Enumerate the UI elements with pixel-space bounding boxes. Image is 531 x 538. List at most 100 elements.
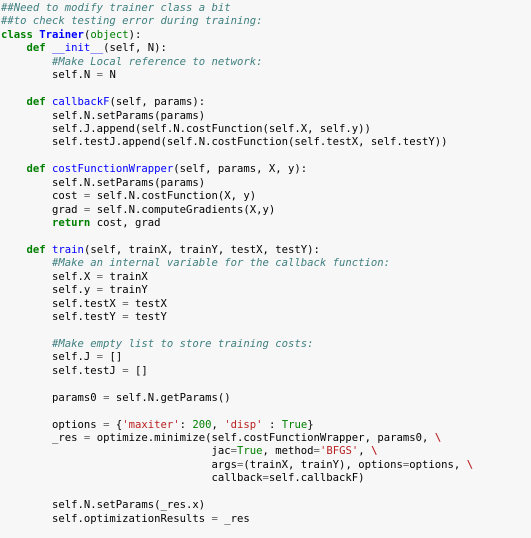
code-line: self.optimizationResults = _res	[0, 513, 531, 526]
code-token: def	[26, 243, 46, 256]
code-token: ##Need to modify trainer class a bit	[1, 2, 231, 14]
code-token: jac	[1, 445, 231, 458]
code-line: self.X = trainX	[0, 271, 531, 284]
code-line: ##to check testing error during training…	[0, 15, 531, 28]
code-token: (trainX, trainY), options	[243, 458, 403, 471]
code-line: options = {'maxiter': 200, 'disp' : True…	[0, 419, 531, 432]
code-token: _res	[1, 432, 84, 444]
code-line: callback=self.callbackF)	[0, 472, 531, 485]
code-line: def callbackF(self, params):	[0, 96, 531, 109]
code-line: class Trainer(object):	[0, 29, 531, 42]
code-line: jac=True, method='BFGS', \	[0, 445, 531, 458]
code-token: self.N.costFunction(X, y)	[90, 190, 257, 203]
code-token: \	[370, 445, 378, 458]
code-token: cost, grad	[90, 217, 161, 229]
python-code-block[interactable]: ##Need to modify trainer class a bit ##to…	[0, 0, 531, 538]
code-token: callback	[1, 472, 263, 485]
code-token: testY	[128, 311, 167, 324]
code-token: #Make Local reference to network:	[52, 55, 263, 68]
code-token: callbackF	[52, 96, 110, 109]
code-line: self.testY = testY	[0, 311, 531, 324]
code-token: (self, params, X, y):	[173, 163, 308, 176]
code-line: self.N.setParams(params)	[0, 177, 531, 190]
code-token: (self, trainX, trainY, testX, testY):	[83, 243, 320, 256]
code-line: self.testX = testX	[0, 298, 531, 311]
code-token: 'disp'	[224, 418, 263, 431]
code-token: self.testJ.append(self.N.costFunction(se…	[1, 136, 448, 149]
code-token: self.N.computeGradients(X,y)	[90, 203, 276, 216]
code-line: #Make empty list to store training costs…	[0, 338, 531, 351]
code-token: class	[1, 28, 33, 41]
code-token: (self, params):	[109, 96, 206, 109]
code-token: grad	[1, 203, 84, 216]
code-token: \	[466, 458, 474, 471]
code-line: self.N.setParams(_res.x)	[0, 499, 531, 512]
code-token: 200	[192, 418, 212, 431]
code-line: params0 = self.N.getParams()	[0, 392, 531, 405]
code-token: self.N.getParams()	[109, 391, 231, 404]
code-line: self.testJ.append(self.N.costFunction(se…	[0, 136, 531, 149]
code-token: self.testY	[1, 311, 123, 324]
code-token: #Make empty list to store training costs…	[52, 337, 314, 350]
code-token: options	[1, 418, 104, 431]
code-token: self.J	[1, 351, 97, 364]
code-token: :	[179, 418, 193, 431]
code-token: :	[262, 418, 282, 431]
code-token: []	[128, 364, 148, 377]
code-token: __init__	[52, 42, 104, 55]
code-token: trainX	[103, 270, 148, 283]
code-token: cost	[1, 190, 84, 203]
code-line: _res = optimize.minimize(self.costFuncti…	[0, 432, 531, 445]
code-token: (self, N):	[103, 42, 167, 55]
code-token: def	[26, 42, 46, 55]
code-token: options,	[409, 458, 467, 471]
code-token: []	[103, 351, 123, 364]
code-line: def train(self, trainX, trainY, testX, t…	[0, 244, 531, 257]
code-token: self.y	[1, 284, 97, 297]
code-line: self.N = N	[0, 69, 531, 82]
code-token: params0	[1, 391, 104, 404]
code-token: args	[1, 458, 237, 471]
code-token: self.testX	[1, 297, 123, 310]
code-token: ,	[358, 445, 371, 458]
code-token: self.N.setParams(params)	[1, 109, 206, 122]
code-token: True	[237, 445, 263, 458]
code-line: return cost, grad	[0, 217, 531, 230]
code-line: #Make Local reference to network:	[0, 56, 531, 69]
code-line: def costFunctionWrapper(self, params, X,…	[0, 163, 531, 176]
code-token: self.N.setParams(_res.x)	[1, 499, 206, 512]
code-token: def	[26, 163, 46, 176]
code-token: self.callbackF)	[268, 472, 365, 485]
code-token: self.testJ	[1, 364, 123, 377]
code-line: self.J.append(self.N.costFunction(self.X…	[0, 123, 531, 136]
code-token: train	[52, 243, 84, 256]
code-token: optimize.minimize(self.costFunctionWrapp…	[90, 432, 435, 444]
code-token: def	[26, 96, 46, 109]
code-token: costFunctionWrapper	[52, 163, 174, 176]
code-token: object	[90, 28, 129, 41]
code-token: Trainer	[39, 28, 84, 41]
code-line: grad = self.N.computeGradients(X,y)	[0, 204, 531, 217]
code-token: self.N.setParams(params)	[1, 176, 206, 189]
code-token: #Make an internal variable for the callb…	[52, 257, 391, 270]
code-line: self.N.setParams(params)	[0, 110, 531, 123]
code-token: ,	[211, 418, 225, 431]
code-token: self.N	[1, 69, 97, 82]
code-line: #Make an internal variable for the callb…	[0, 257, 531, 270]
code-token: , method	[262, 445, 314, 458]
code-token: return	[52, 217, 91, 229]
code-token: ##to check testing error during training…	[1, 15, 263, 28]
code-line: args=(trainX, trainY), options=options, …	[0, 459, 531, 472]
